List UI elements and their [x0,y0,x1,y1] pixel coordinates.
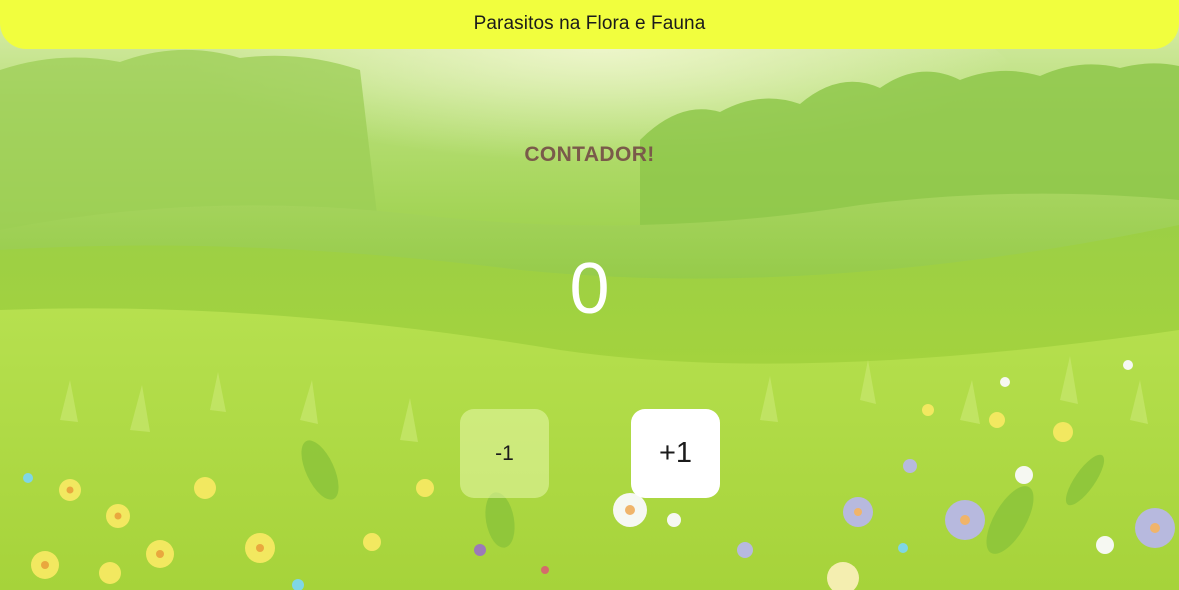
increment-button[interactable]: +1 [631,409,720,498]
app-header-bar: Parasitos na Flora e Fauna [0,0,1179,49]
decrement-button[interactable]: -1 [460,409,549,498]
counter-heading: CONTADOR! [524,143,655,166]
app-title: Parasitos na Flora e Fauna [473,12,706,34]
decrement-button-label: -1 [495,441,514,465]
increment-button-label: +1 [658,437,693,469]
counter-value: 0 [569,249,610,329]
app-screen: Parasitos na Flora e Fauna CONTADOR! 0 -… [0,0,1179,590]
